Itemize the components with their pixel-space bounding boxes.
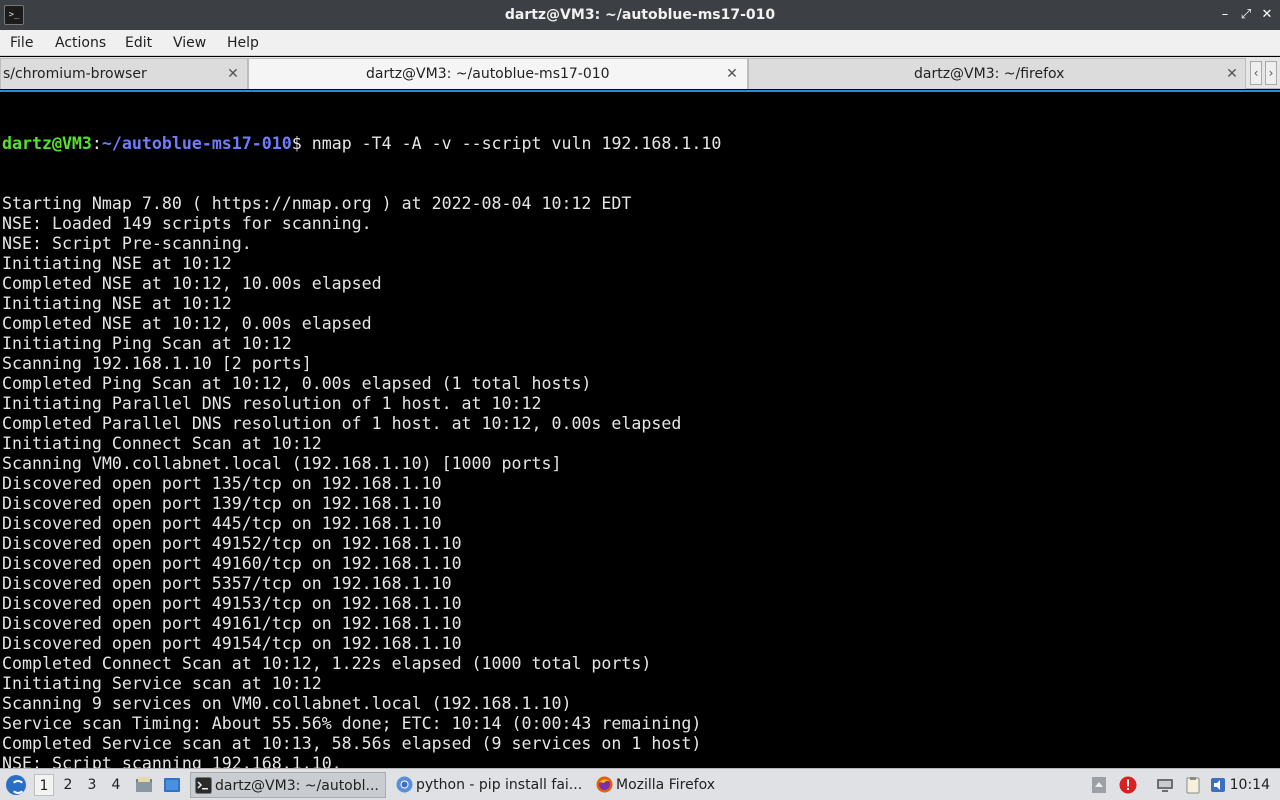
task-label: dartz@VM3: ~/autobl... <box>215 778 379 794</box>
prompt-line: dartz@VM3:~/autoblue-ms17-010$ nmap -T4 … <box>2 134 721 154</box>
terminal-view[interactable]: dartz@VM3:~/autoblue-ms17-010$ nmap -T4 … <box>0 90 1280 768</box>
window-title: dartz@VM3: ~/autoblue-ms17-010 <box>504 7 776 23</box>
task-chromium[interactable]: python - pip install fai... <box>392 772 588 798</box>
tab-label: dartz@VM3: ~/autoblue-ms17-010 <box>366 66 610 82</box>
menu-help[interactable]: Help <box>227 30 259 56</box>
tab-firefox[interactable]: dartz@VM3: ~/firefox ✕ <box>748 58 1246 89</box>
output-line: Discovered open port 445/tcp on 192.168.… <box>2 514 442 533</box>
menu-actions[interactable]: Actions <box>55 30 106 56</box>
restore-button[interactable]: ⤢ <box>1236 5 1256 25</box>
taskbar: 1 2 3 4 dartz@VM3: ~/autobl... python - … <box>0 768 1280 800</box>
tab-bar: s/chromium-browser ✕ dartz@VM3: ~/autobl… <box>0 57 1280 89</box>
output-line: Discovered open port 5357/tcp on 192.168… <box>2 574 452 593</box>
prompt-symbol: $ <box>291 134 312 153</box>
menu-file[interactable]: File <box>10 30 33 56</box>
output-line: Service scan Timing: About 55.56% done; … <box>2 714 702 733</box>
task-firefox[interactable]: Mozilla Firefox <box>592 772 788 798</box>
output-line: Discovered open port 139/tcp on 192.168.… <box>2 494 442 513</box>
clock[interactable]: 10:14 <box>1230 769 1270 800</box>
firefox-icon <box>596 776 613 793</box>
tab-label: dartz@VM3: ~/firefox <box>914 66 1065 82</box>
prompt-colon: : <box>91 134 102 153</box>
output-line: NSE: Script scanning 192.168.1.10. <box>2 754 342 768</box>
output-line: Completed Connect Scan at 10:12, 1.22s e… <box>2 654 652 673</box>
output-line: Completed Ping Scan at 10:12, 0.00s elap… <box>2 374 592 393</box>
terminal-icon <box>195 777 212 794</box>
prompt-path: ~/autoblue-ms17-010 <box>101 134 292 153</box>
output-line: NSE: Loaded 149 scripts for scanning. <box>2 214 372 233</box>
workspace-1[interactable]: 1 <box>34 774 54 796</box>
output-line: Scanning 192.168.1.10 [2 ports] <box>2 354 312 373</box>
prompt-command: nmap -T4 -A -v --script vuln 192.168.1.1… <box>311 134 722 153</box>
output-line: Initiating Service scan at 10:12 <box>2 674 322 693</box>
output-line: Discovered open port 49154/tcp on 192.16… <box>2 634 462 653</box>
file-manager-icon[interactable] <box>135 776 153 794</box>
output-line: Completed Service scan at 10:13, 58.56s … <box>2 734 702 753</box>
tab-close-icon[interactable]: ✕ <box>226 59 240 89</box>
output-line: Starting Nmap 7.80 ( https://nmap.org ) … <box>2 194 632 213</box>
tab-scroll-left-icon[interactable]: ‹ <box>1250 61 1262 85</box>
task-label: python - pip install fai... <box>416 777 583 793</box>
output-line: Initiating Parallel DNS resolution of 1 … <box>2 394 542 413</box>
tray-expand-icon[interactable] <box>1090 776 1108 794</box>
output-line: Discovered open port 49153/tcp on 192.16… <box>2 594 462 613</box>
output-line: Discovered open port 49160/tcp on 192.16… <box>2 554 462 573</box>
output-line: Scanning VM0.collabnet.local (192.168.1.… <box>2 454 562 473</box>
tab-chromium-browser[interactable]: s/chromium-browser ✕ <box>0 58 248 89</box>
tab-label: s/chromium-browser <box>3 66 147 82</box>
output-line: Scanning 9 services on VM0.collabnet.loc… <box>2 694 572 713</box>
alert-icon[interactable] <box>1119 776 1137 794</box>
volume-icon[interactable] <box>1209 776 1227 794</box>
tab-scroll-right-icon[interactable]: › <box>1265 61 1277 85</box>
task-label: Mozilla Firefox <box>616 777 716 793</box>
prompt-user: dartz@VM3 <box>2 134 92 153</box>
workspace-3[interactable]: 3 <box>82 774 102 796</box>
minimize-button[interactable]: – <box>1215 5 1235 25</box>
output-line: Initiating Ping Scan at 10:12 <box>2 334 292 353</box>
menu-edit[interactable]: Edit <box>125 30 152 56</box>
start-menu-icon[interactable] <box>6 775 26 795</box>
tab-autoblue[interactable]: dartz@VM3: ~/autoblue-ms17-010 ✕ <box>248 58 748 89</box>
output-line: Completed NSE at 10:12, 0.00s elapsed <box>2 314 372 333</box>
terminal-output: dartz@VM3:~/autoblue-ms17-010$ nmap -T4 … <box>2 94 721 768</box>
output-line: Completed Parallel DNS resolution of 1 h… <box>2 414 682 433</box>
clipboard-icon[interactable] <box>1184 776 1202 794</box>
output-line: NSE: Script Pre-scanning. <box>2 234 252 253</box>
output-line: Discovered open port 49152/tcp on 192.16… <box>2 534 462 553</box>
tab-close-icon[interactable]: ✕ <box>725 59 739 89</box>
close-button[interactable]: ✕ <box>1257 5 1277 25</box>
task-terminal[interactable]: dartz@VM3: ~/autobl... <box>190 772 386 798</box>
workspace-2[interactable]: 2 <box>58 774 78 796</box>
output-line: Discovered open port 135/tcp on 192.168.… <box>2 474 442 493</box>
show-desktop-icon[interactable] <box>163 776 181 794</box>
tab-close-icon[interactable]: ✕ <box>1225 59 1239 89</box>
output-line: Completed NSE at 10:12, 10.00s elapsed <box>2 274 382 293</box>
menu-view[interactable]: View <box>173 30 206 56</box>
output-line: Discovered open port 49161/tcp on 192.16… <box>2 614 462 633</box>
chromium-icon <box>396 776 413 793</box>
network-icon[interactable] <box>1156 776 1174 794</box>
workspace-4[interactable]: 4 <box>106 774 126 796</box>
output-line: Initiating Connect Scan at 10:12 <box>2 434 322 453</box>
title-bar: >_ dartz@VM3: ~/autoblue-ms17-010 – ⤢ ✕ <box>0 0 1280 30</box>
output-line: Initiating NSE at 10:12 <box>2 254 232 273</box>
menu-bar: File Actions Edit View Help <box>0 30 1280 56</box>
output-line: Initiating NSE at 10:12 <box>2 294 232 313</box>
